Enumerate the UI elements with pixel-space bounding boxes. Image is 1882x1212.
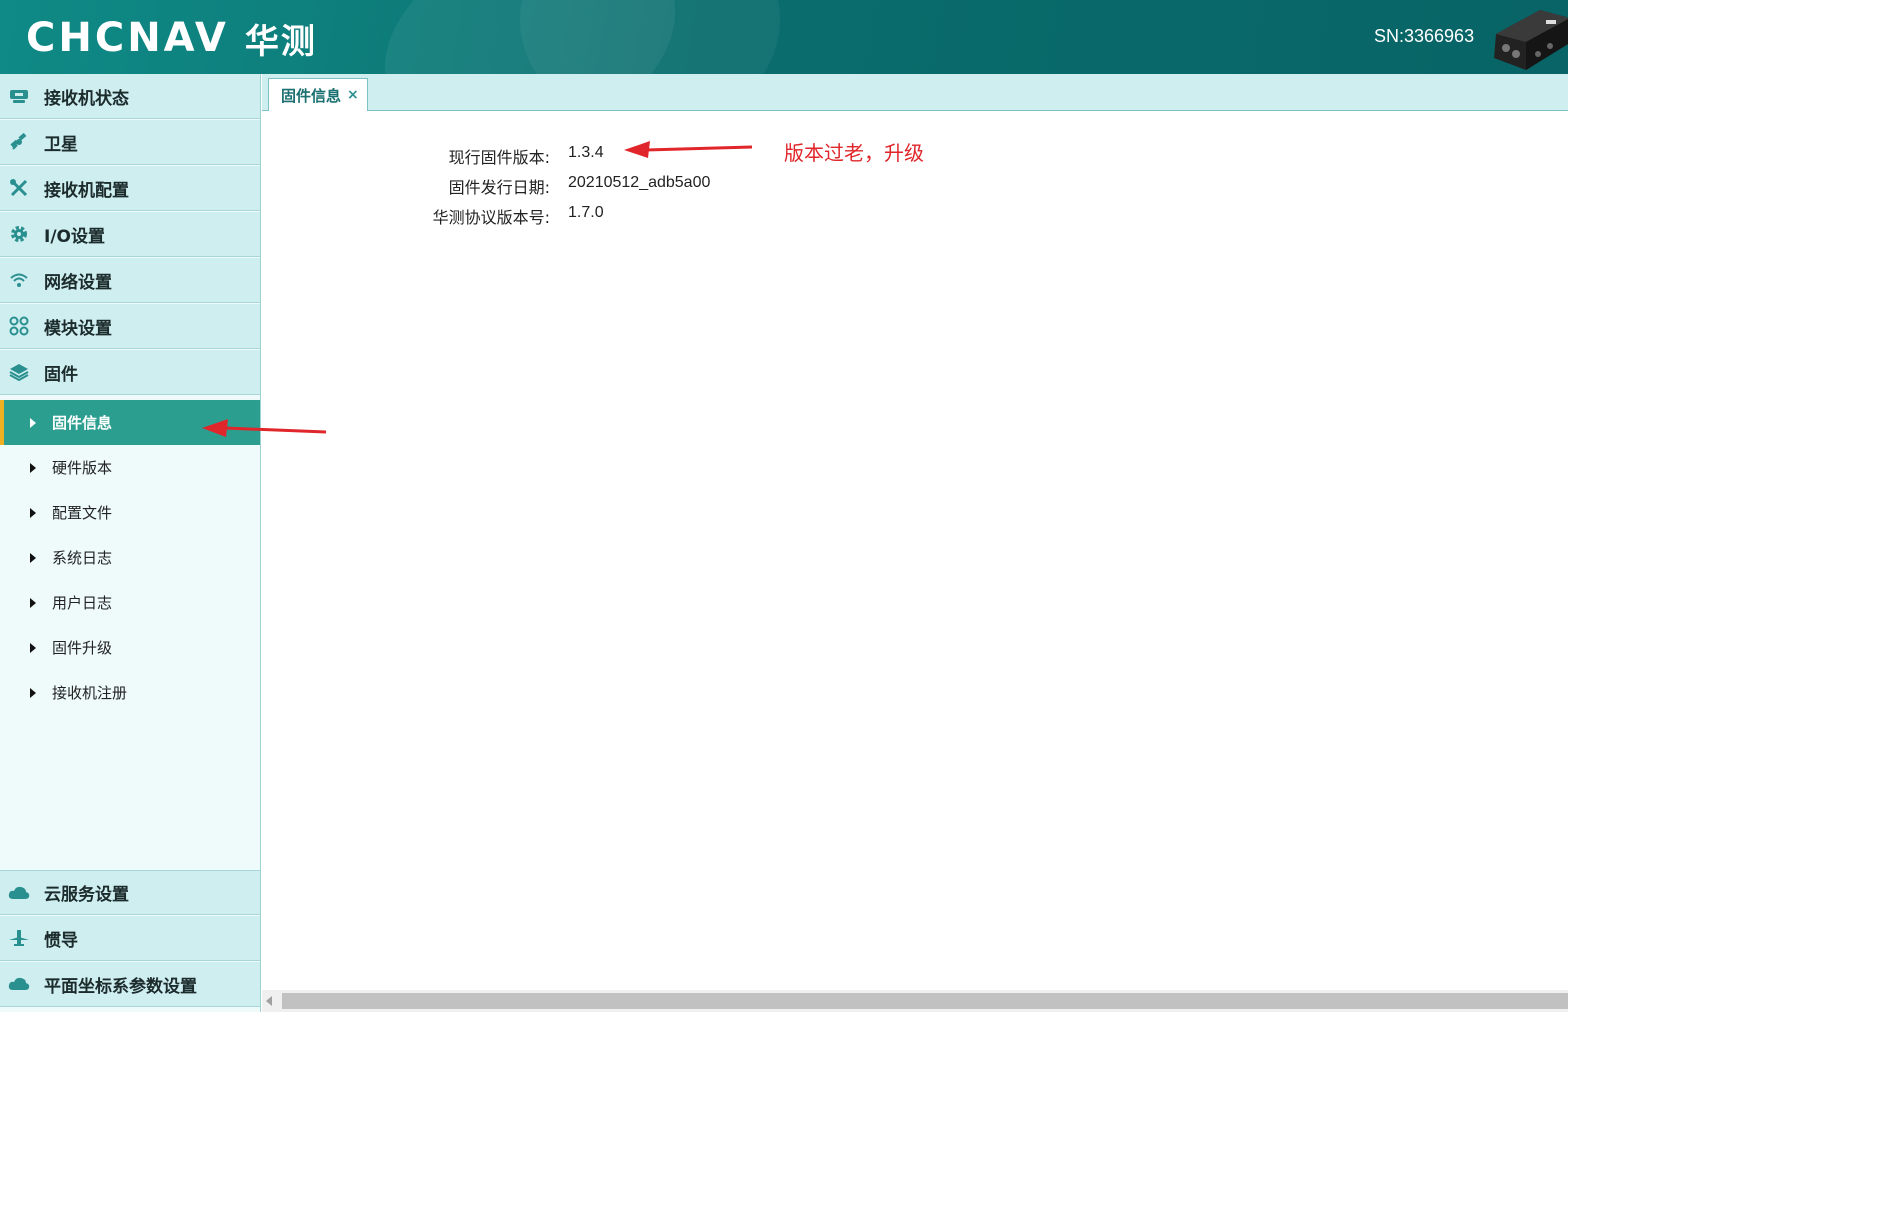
brand-logo: CHCNAV 华测 <box>26 14 317 62</box>
sidebar-item-cloud-service[interactable]: 云服务设置 <box>0 870 260 915</box>
receiver-icon <box>0 74 38 119</box>
horizontal-scrollbar[interactable] <box>262 990 1568 1012</box>
scrollbar-thumb[interactable] <box>282 993 1568 1009</box>
caret-right-icon <box>30 417 36 428</box>
brand-name: CHCNAV <box>26 15 229 61</box>
sidebar-item-plane-coordinate-settings[interactable]: 平面坐标系参数设置 <box>0 962 260 1007</box>
current-version-value: 1.3.4 <box>568 144 604 161</box>
scroll-left-icon[interactable] <box>266 996 272 1006</box>
protocol-version-value: 1.7.0 <box>568 204 604 221</box>
cloud-icon <box>0 870 38 915</box>
tools-icon <box>0 166 38 211</box>
sidebar-item-label: 接收机状态 <box>44 88 129 109</box>
app-window: CHCNAV 华测 SN:3366963 接收机状态 卫星 接收机配置 I/O设… <box>0 0 1568 1012</box>
sidebar-item-label: 固件 <box>44 364 78 385</box>
submenu-item-hardware-version[interactable]: 硬件版本 <box>0 445 260 490</box>
sidebar-item-label: 云服务设置 <box>44 885 129 905</box>
caret-right-icon <box>30 552 36 563</box>
sidebar-item-io-settings[interactable]: I/O设置 <box>0 212 260 257</box>
protocol-version-label: 华测协议版本号: <box>432 208 550 227</box>
close-icon[interactable]: × <box>347 87 359 103</box>
submenu-item-label: 系统日志 <box>52 549 113 567</box>
sidebar-item-label: 惯导 <box>44 930 78 951</box>
annotation-note: 版本过老，升级 <box>784 141 924 165</box>
sidebar-item-receiver-config[interactable]: 接收机配置 <box>0 166 260 211</box>
sidebar-item-receiver-status[interactable]: 接收机状态 <box>0 74 260 119</box>
tab-label: 固件信息 <box>281 86 342 105</box>
release-date-value: 20210512_adb5a00 <box>568 174 711 191</box>
submenu-item-label: 固件升级 <box>52 639 113 657</box>
firmware-info-panel: 现行固件版本: 1.3.4 固件发行日期: 20210512_adb5a00 华… <box>262 111 1568 989</box>
caret-right-icon <box>30 642 36 653</box>
ins-icon <box>0 916 38 961</box>
submenu-item-label: 用户日志 <box>52 594 113 612</box>
cloud-icon <box>0 962 38 1007</box>
satellite-icon <box>0 120 38 165</box>
app-header: CHCNAV 华测 SN:3366963 <box>0 0 1568 74</box>
caret-right-icon <box>30 462 36 473</box>
sidebar: 接收机状态 卫星 接收机配置 I/O设置 网络设置 模块设置 固件 固件信息 硬… <box>0 74 261 1012</box>
tab-bar: 固件信息 × <box>262 74 1568 111</box>
header-decoration <box>520 0 780 74</box>
submenu-item-label: 固件信息 <box>52 414 113 432</box>
serial-number: SN:3366963 <box>1374 26 1475 46</box>
receiver-device-icon <box>1492 4 1568 70</box>
submenu-item-system-log[interactable]: 系统日志 <box>0 535 260 580</box>
submenu-item-label: 配置文件 <box>52 504 113 522</box>
modules-icon <box>0 304 38 349</box>
current-version-label: 现行固件版本: <box>448 148 550 167</box>
submenu-item-config-file[interactable]: 配置文件 <box>0 490 260 535</box>
sidebar-item-label: 网络设置 <box>44 272 112 293</box>
brand-name-cn: 华测 <box>244 21 317 62</box>
sidebar-item-ins[interactable]: 惯导 <box>0 916 260 961</box>
submenu-item-label: 接收机注册 <box>52 684 128 702</box>
release-date-label: 固件发行日期: <box>448 178 550 197</box>
submenu-item-firmware-info[interactable]: 固件信息 <box>0 400 260 445</box>
gear-icon <box>0 212 38 257</box>
sidebar-item-label: 模块设置 <box>44 318 112 339</box>
layers-icon <box>0 350 38 395</box>
tab-firmware-info[interactable]: 固件信息 × <box>268 78 368 111</box>
submenu-item-firmware-upgrade[interactable]: 固件升级 <box>0 625 260 670</box>
wifi-icon <box>0 258 38 303</box>
submenu-item-receiver-registration[interactable]: 接收机注册 <box>0 670 260 715</box>
sidebar-item-label: 接收机配置 <box>44 180 129 201</box>
sidebar-item-satellite[interactable]: 卫星 <box>0 120 260 165</box>
sidebar-item-module-settings[interactable]: 模块设置 <box>0 304 260 349</box>
caret-right-icon <box>30 687 36 698</box>
sidebar-item-label: 平面坐标系参数设置 <box>44 976 197 997</box>
sidebar-item-label: 卫星 <box>44 134 78 155</box>
submenu-item-label: 硬件版本 <box>52 459 113 477</box>
sidebar-item-firmware[interactable]: 固件 <box>0 350 260 395</box>
sidebar-item-label: I/O设置 <box>44 226 105 247</box>
caret-right-icon <box>30 507 36 518</box>
caret-right-icon <box>30 597 36 608</box>
submenu-item-user-log[interactable]: 用户日志 <box>0 580 260 625</box>
sidebar-item-network-settings[interactable]: 网络设置 <box>0 258 260 303</box>
